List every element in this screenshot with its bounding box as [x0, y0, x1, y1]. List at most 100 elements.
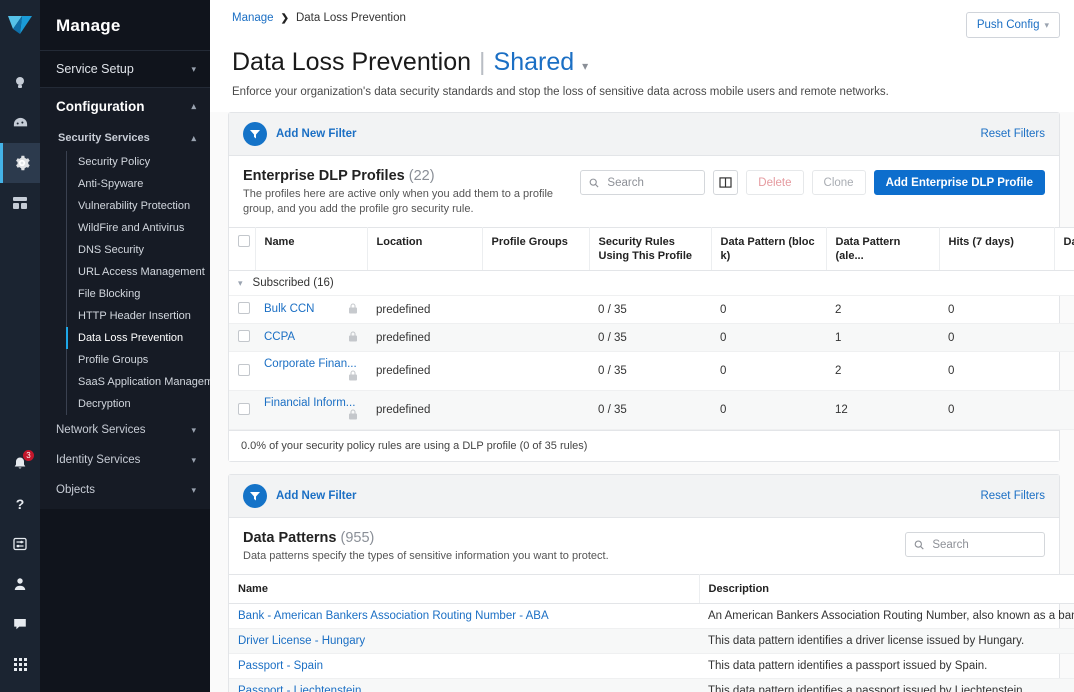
- list-item[interactable]: Bank - American Bankers Association Rout…: [229, 604, 1074, 629]
- sidebar-subsection-security-services[interactable]: Security Services ▴: [40, 125, 210, 151]
- table-row[interactable]: Corporate Finan... predefined 0 / 35 0 2…: [229, 352, 1074, 391]
- col-data-pattern-block[interactable]: Data Pattern (bloc k): [711, 227, 826, 271]
- pattern-name-link[interactable]: Passport - Liechtenstein: [238, 685, 361, 692]
- select-all-header[interactable]: [229, 227, 255, 271]
- add-new-filter-control[interactable]: Add New Filter: [243, 122, 357, 146]
- col-overflow[interactable]: Da: [1054, 227, 1074, 271]
- row-checkbox[interactable]: [238, 330, 250, 342]
- table-row[interactable]: CCPA predefined 0 / 35 0 1 0: [229, 324, 1074, 352]
- add-enterprise-dlp-profile-button[interactable]: Add Enterprise DLP Profile: [874, 170, 1045, 195]
- column-settings-button[interactable]: [713, 170, 738, 195]
- list-item[interactable]: Driver License - Hungary This data patte…: [229, 629, 1074, 654]
- cell-name[interactable]: Financial Inform...: [255, 391, 367, 430]
- col-profile-groups[interactable]: Profile Groups: [482, 227, 589, 271]
- select-all-checkbox[interactable]: [238, 235, 250, 247]
- cell-data-pattern-alert[interactable]: 2: [826, 352, 939, 391]
- col-name[interactable]: Name: [229, 575, 699, 604]
- cell-pattern-name[interactable]: Passport - Liechtenstein: [229, 679, 699, 692]
- col-name[interactable]: Name: [255, 227, 367, 271]
- notifications-icon[interactable]: 3: [0, 444, 40, 484]
- sidebar-item-http-header-insertion[interactable]: HTTP Header Insertion: [67, 305, 210, 327]
- col-location[interactable]: Location: [367, 227, 482, 271]
- sidebar-item-vulnerability-protection[interactable]: Vulnerability Protection: [67, 195, 210, 217]
- profile-name-link[interactable]: Financial Inform...: [264, 397, 355, 409]
- profiles-group-row[interactable]: ▾ Subscribed (16): [229, 271, 1074, 296]
- cell-data-pattern-block[interactable]: 0: [711, 296, 826, 324]
- sidebar-item-profile-groups[interactable]: Profile Groups: [67, 349, 210, 371]
- sidebar-item-file-blocking[interactable]: File Blocking: [67, 283, 210, 305]
- breadcrumb-root[interactable]: Manage: [232, 12, 274, 24]
- sidebar-item-data-loss-prevention[interactable]: Data Loss Prevention: [67, 327, 210, 349]
- apps-grid-icon[interactable]: [0, 644, 40, 684]
- col-hits-7-days[interactable]: Hits (7 days): [939, 227, 1054, 271]
- row-checkbox[interactable]: [238, 302, 250, 314]
- table-row[interactable]: Bulk CCN predefined 0 / 35 0 2 0: [229, 296, 1074, 324]
- sidebar-item-security-policy[interactable]: Security Policy: [67, 151, 210, 173]
- list-item[interactable]: Passport - Liechtenstein This data patte…: [229, 679, 1074, 692]
- insights-icon[interactable]: [0, 63, 40, 103]
- cell-pattern-name[interactable]: Bank - American Bankers Association Rout…: [229, 604, 699, 629]
- sidebar-item-saas-application-management[interactable]: SaaS Application Management: [67, 371, 210, 393]
- cell-security-rules[interactable]: 0 / 35: [589, 352, 711, 391]
- patterns-search-input[interactable]: [930, 538, 1036, 552]
- chevron-down-icon[interactable]: ▾: [238, 278, 243, 289]
- row-checkbox[interactable]: [238, 403, 250, 415]
- cell-security-rules[interactable]: 0 / 35: [589, 324, 711, 352]
- cell-data-pattern-block[interactable]: 0: [711, 324, 826, 352]
- account-icon[interactable]: [0, 564, 40, 604]
- sidebar-section-configuration[interactable]: Configuration ▴: [40, 87, 210, 125]
- pattern-name-link[interactable]: Passport - Spain: [238, 660, 323, 672]
- help-icon[interactable]: ?: [0, 484, 40, 524]
- cell-security-rules[interactable]: 0 / 35: [589, 391, 711, 430]
- sidebar-item-decryption[interactable]: Decryption: [67, 393, 210, 415]
- cell-security-rules[interactable]: 0 / 35: [589, 296, 711, 324]
- cell-name[interactable]: Bulk CCN: [255, 296, 367, 324]
- pattern-name-link[interactable]: Driver License - Hungary: [238, 635, 365, 647]
- cell-data-pattern-block[interactable]: 0: [711, 391, 826, 430]
- sidebar-section-service-setup[interactable]: Service Setup ▾: [40, 50, 210, 87]
- cell-pattern-name[interactable]: Passport - Spain: [229, 654, 699, 679]
- row-checkbox-cell[interactable]: [229, 324, 255, 352]
- palo-alto-networks-logo[interactable]: [6, 12, 34, 45]
- row-checkbox-cell[interactable]: [229, 391, 255, 430]
- workspace-icon[interactable]: [0, 183, 40, 223]
- cell-name[interactable]: CCPA: [255, 324, 367, 352]
- add-new-filter-control[interactable]: Add New Filter: [243, 484, 357, 508]
- chevron-down-icon[interactable]: ▾: [582, 59, 588, 73]
- cell-data-pattern-alert[interactable]: 1: [826, 324, 939, 352]
- clone-button[interactable]: Clone: [812, 170, 866, 195]
- scope-selector[interactable]: Shared: [494, 48, 575, 77]
- patterns-search[interactable]: [905, 532, 1045, 557]
- cell-data-pattern-alert[interactable]: 12: [826, 391, 939, 430]
- dashboard-icon[interactable]: [0, 103, 40, 143]
- delete-button[interactable]: Delete: [746, 170, 803, 195]
- pattern-name-link[interactable]: Bank - American Bankers Association Rout…: [238, 610, 549, 622]
- col-data-pattern-alert[interactable]: Data Pattern (ale...: [826, 227, 939, 271]
- cell-name[interactable]: Corporate Finan...: [255, 352, 367, 391]
- table-row[interactable]: Financial Inform... predefined 0 / 35 0 …: [229, 391, 1074, 430]
- sidebar-item-dns-security[interactable]: DNS Security: [67, 239, 210, 261]
- settings-sliders-icon[interactable]: [0, 524, 40, 564]
- cell-pattern-name[interactable]: Driver License - Hungary: [229, 629, 699, 654]
- profile-name-link[interactable]: Bulk CCN: [264, 303, 314, 315]
- manage-icon[interactable]: [0, 143, 40, 183]
- col-description[interactable]: Description: [699, 575, 1074, 604]
- feedback-icon[interactable]: [0, 604, 40, 644]
- list-item[interactable]: Passport - Spain This data pattern ident…: [229, 654, 1074, 679]
- row-checkbox-cell[interactable]: [229, 352, 255, 391]
- reset-filters-link[interactable]: Reset Filters: [980, 128, 1045, 140]
- col-security-rules-using-this-profile[interactable]: Security Rules Using This Profile: [589, 227, 711, 271]
- sidebar-item-wildfire-and-antivirus[interactable]: WildFire and Antivirus: [67, 217, 210, 239]
- push-config-button[interactable]: Push Config ▾: [966, 12, 1060, 38]
- profile-name-link[interactable]: Corporate Finan...: [264, 358, 357, 370]
- profiles-search-input[interactable]: [605, 176, 696, 190]
- sidebar-item-anti-spyware[interactable]: Anti-Spyware: [67, 173, 210, 195]
- profile-name-link[interactable]: CCPA: [264, 331, 295, 343]
- cell-data-pattern-block[interactable]: 0: [711, 352, 826, 391]
- sidebar-item-url-access-management[interactable]: URL Access Management: [67, 261, 210, 283]
- cell-data-pattern-alert[interactable]: 2: [826, 296, 939, 324]
- profiles-search[interactable]: [580, 170, 705, 195]
- sidebar-section-objects[interactable]: Objects ▾: [40, 475, 210, 505]
- sidebar-section-identity-services[interactable]: Identity Services ▾: [40, 445, 210, 475]
- reset-filters-link[interactable]: Reset Filters: [980, 490, 1045, 502]
